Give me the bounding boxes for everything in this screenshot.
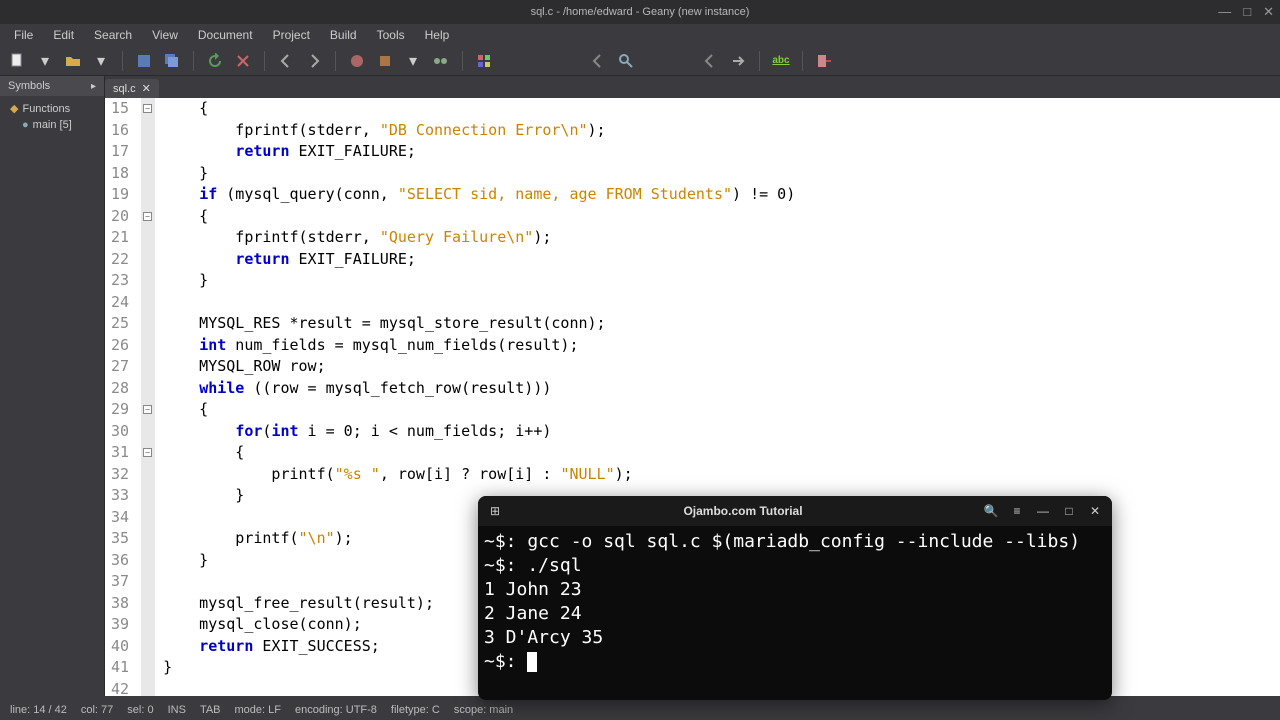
- reload-icon[interactable]: [204, 50, 226, 72]
- function-icon: ●: [22, 119, 29, 131]
- status-mode: mode: LF: [235, 704, 281, 716]
- fold-marker[interactable]: −: [143, 212, 152, 221]
- spellcheck-icon[interactable]: abc: [770, 50, 792, 72]
- new-tab-icon[interactable]: ⊞: [486, 502, 504, 520]
- status-scope: scope: main: [454, 704, 513, 716]
- fold-marker[interactable]: −: [143, 405, 152, 414]
- close-tab-icon[interactable]: ✕: [142, 82, 151, 95]
- terminal-window[interactable]: ⊞ Ojambo.com Tutorial 🔍 ≡ — □ ✕ ~$: gcc …: [478, 496, 1112, 700]
- save-icon[interactable]: [133, 50, 155, 72]
- minimize-icon[interactable]: —: [1034, 502, 1052, 520]
- close-file-icon[interactable]: [232, 50, 254, 72]
- statusbar: line: 14 / 42 col: 77 sel: 0 INS TAB mod…: [0, 700, 1280, 720]
- toolbar: ▾ ▾ ▾ abc: [0, 46, 1280, 76]
- status-sel: sel: 0: [127, 704, 153, 716]
- menu-document[interactable]: Document: [190, 26, 261, 44]
- status-col: col: 77: [81, 704, 113, 716]
- minimize-icon[interactable]: —: [1218, 4, 1231, 20]
- fold-column[interactable]: − − − −: [141, 98, 155, 696]
- new-file-icon[interactable]: [6, 50, 28, 72]
- fold-marker[interactable]: −: [143, 104, 152, 113]
- maximize-icon[interactable]: □: [1243, 4, 1251, 20]
- sidebar-tab-label: Symbols: [8, 80, 50, 92]
- menu-edit[interactable]: Edit: [45, 26, 82, 44]
- goto-icon[interactable]: [727, 50, 749, 72]
- status-line: line: 14 / 42: [10, 704, 67, 716]
- function-group-icon: ◆: [10, 102, 18, 115]
- terminal-title: Ojambo.com Tutorial: [512, 504, 974, 518]
- menu-file[interactable]: File: [6, 26, 41, 44]
- terminal-body[interactable]: ~$: gcc -o sql sql.c $(mariadb_config --…: [478, 526, 1112, 700]
- open-file-icon[interactable]: [62, 50, 84, 72]
- menu-build[interactable]: Build: [322, 26, 365, 44]
- save-all-icon[interactable]: [161, 50, 183, 72]
- back-icon[interactable]: [275, 50, 297, 72]
- close-icon[interactable]: ✕: [1263, 4, 1274, 20]
- status-tab: TAB: [200, 704, 221, 716]
- search-icon[interactable]: 🔍: [982, 502, 1000, 520]
- menu-icon[interactable]: ≡: [1008, 502, 1026, 520]
- file-tab[interactable]: sql.c ✕: [105, 79, 159, 98]
- window-title: sql.c - /home/edward - Geany (new instan…: [531, 6, 750, 18]
- menu-search[interactable]: Search: [86, 26, 140, 44]
- tree-label: main [5]: [33, 119, 72, 131]
- run-icon[interactable]: [430, 50, 452, 72]
- file-tab-label: sql.c: [113, 83, 136, 95]
- chevron-right-icon[interactable]: ▸: [91, 81, 96, 92]
- dropdown-icon[interactable]: ▾: [402, 50, 424, 72]
- status-ins: INS: [168, 704, 186, 716]
- fold-marker[interactable]: −: [143, 448, 152, 457]
- sidebar-tab-symbols[interactable]: Symbols ▸: [0, 76, 104, 96]
- color-chooser-icon[interactable]: [473, 50, 495, 72]
- tab-strip: sql.c ✕: [105, 76, 1280, 98]
- dropdown-icon[interactable]: ▾: [90, 50, 112, 72]
- tree-item-functions[interactable]: ◆ Functions: [0, 100, 104, 117]
- build-icon[interactable]: [374, 50, 396, 72]
- compile-icon[interactable]: [346, 50, 368, 72]
- window-titlebar: sql.c - /home/edward - Geany (new instan…: [0, 0, 1280, 24]
- status-encoding: encoding: UTF-8: [295, 704, 377, 716]
- forward-icon[interactable]: [303, 50, 325, 72]
- menu-view[interactable]: View: [144, 26, 186, 44]
- status-filetype: filetype: C: [391, 704, 440, 716]
- find-back-icon[interactable]: [587, 50, 609, 72]
- menu-help[interactable]: Help: [417, 26, 458, 44]
- tree-label: Functions: [22, 103, 70, 115]
- quit-icon[interactable]: [813, 50, 835, 72]
- menu-project[interactable]: Project: [265, 26, 318, 44]
- menubar: FileEditSearchViewDocumentProjectBuildTo…: [0, 24, 1280, 46]
- terminal-header[interactable]: ⊞ Ojambo.com Tutorial 🔍 ≡ — □ ✕: [478, 496, 1112, 526]
- find-icon[interactable]: [615, 50, 637, 72]
- maximize-icon[interactable]: □: [1060, 502, 1078, 520]
- dropdown-icon[interactable]: ▾: [34, 50, 56, 72]
- menu-tools[interactable]: Tools: [369, 26, 413, 44]
- close-icon[interactable]: ✕: [1086, 502, 1104, 520]
- line-number-gutter: 1516171819202122232425262728293031323334…: [105, 98, 141, 696]
- goto-back-icon[interactable]: [699, 50, 721, 72]
- sidebar: Symbols ▸ ◆ Functions ● main [5]: [0, 76, 105, 696]
- tree-item-main[interactable]: ● main [5]: [0, 117, 104, 133]
